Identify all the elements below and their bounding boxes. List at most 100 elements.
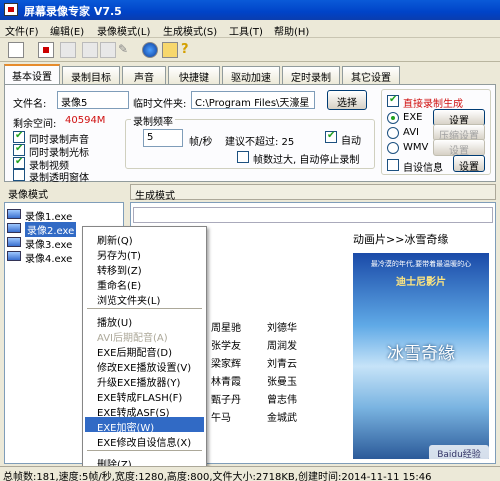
menu-item-save-as[interactable]: 另存为(T)	[85, 245, 204, 262]
menu-item-upgrade-player[interactable]: 升级EXE播放器(Y)	[85, 372, 204, 389]
menu-item-exe-play-settings[interactable]: 修改EXE播放设置(V)	[85, 357, 204, 374]
name-text: 周星驰	[211, 323, 241, 334]
name-text: 午马	[211, 413, 231, 424]
wmv-settings-button[interactable]: 设置	[433, 139, 485, 157]
name-text: 张曼玉	[267, 377, 297, 388]
gift-icon[interactable]	[162, 42, 178, 58]
list-item[interactable]: 录像1.exe	[7, 207, 117, 223]
menu-item-avi-dub[interactable]: AVI后期配音(A)	[85, 327, 204, 344]
poster-title: 冰雪奇緣	[387, 344, 455, 364]
globe-icon[interactable]	[142, 42, 158, 58]
exe-radio[interactable]	[387, 112, 399, 124]
new-icon[interactable]	[8, 42, 24, 58]
region-icon[interactable]	[100, 42, 116, 58]
pen-icon[interactable]: ✎	[118, 42, 134, 58]
menu-item-exe-edit-info[interactable]: EXE修改自设信息(X)	[85, 432, 204, 449]
wmv-radio[interactable]	[387, 142, 399, 154]
video-checkbox[interactable]	[13, 156, 25, 169]
exe-file-icon	[7, 223, 21, 233]
name-text: 曾志伟	[267, 395, 297, 406]
cursor-checkbox[interactable]	[13, 143, 25, 156]
name-text: 梁家辉	[211, 359, 241, 370]
toolbar: ✎ ?	[0, 38, 500, 62]
help-icon[interactable]: ?	[181, 42, 197, 58]
menu-item-exe-to-flash[interactable]: EXE转成FLASH(F)	[85, 387, 204, 404]
menu-generate-mode[interactable]: 生成模式(S)	[163, 23, 217, 38]
exe-file-icon	[7, 209, 21, 219]
menu-item-refresh[interactable]: 刷新(Q)	[85, 230, 204, 247]
tab-schedule[interactable]: 定时录制	[282, 66, 340, 84]
tab-basic[interactable]: 基本设置	[4, 64, 60, 85]
menu-item-move-to[interactable]: 转移到(Z)	[85, 260, 204, 277]
menu-help[interactable]: 帮助(H)	[274, 23, 309, 38]
avi-label: AVI	[403, 127, 419, 138]
free-space-label: 剩余空间:	[13, 119, 57, 130]
poster-brand: 迪士尼影片	[396, 277, 446, 288]
filename-label: 文件名:	[13, 99, 47, 110]
name-text: 金城武	[267, 413, 297, 424]
tempdir-input[interactable]: C:\Program Files\天濠星	[191, 91, 315, 109]
menu-item-play[interactable]: 播放(U)	[85, 312, 204, 329]
tempdir-label: 临时文件夹:	[133, 99, 187, 110]
menu-bar: 文件(F) 编辑(E) 录像模式(L) 生成模式(S) 工具(T) 帮助(H)	[0, 20, 500, 38]
tab-sound[interactable]: 声音	[122, 66, 166, 84]
menu-item-exe-dub[interactable]: EXE后期配音(D)	[85, 342, 204, 359]
menu-item-exe-to-asf[interactable]: EXE转成ASF(S)	[85, 402, 204, 419]
free-space-value: 40594M	[65, 115, 106, 126]
tab-other[interactable]: 其它设置	[342, 66, 400, 84]
direct-gen-checkbox[interactable]	[387, 94, 399, 107]
fps-hint: 建议不超过: 25	[225, 137, 295, 148]
record-icon[interactable]	[38, 42, 54, 58]
selfinfo-settings-button[interactable]: 设置	[453, 155, 485, 173]
selfinfo-checkbox[interactable]	[387, 159, 399, 171]
menu-separator	[87, 308, 202, 309]
name-text: 林青霞	[211, 377, 241, 388]
tab-strip: 基本设置 录制目标 声音 快捷键 驱动加速 定时录制 其它设置	[4, 64, 496, 85]
menu-file[interactable]: 文件(F)	[5, 23, 39, 38]
status-bar: 总帧数:181,速度:5帧/秒,宽度:1280,高度:800,文件大小:2718…	[0, 466, 500, 481]
preview-toolbar	[133, 207, 493, 223]
direct-gen-label: 直接录制生成	[403, 99, 463, 110]
exe-label: EXE	[403, 112, 423, 123]
basic-settings-panel: 文件名: 录像5 临时文件夹: C:\Program Files\天濠星 选择 …	[4, 84, 496, 184]
name-text: 刘德华	[267, 323, 297, 334]
name-text: 甄子丹	[211, 395, 241, 406]
name-text: 张学友	[211, 341, 241, 352]
watermark: Baidu经验	[429, 445, 489, 461]
wmv-label: WMV	[403, 142, 429, 153]
choose-button[interactable]: 选择	[327, 90, 367, 110]
record-mode-header: 录像模式	[4, 184, 124, 201]
auto-label: 自动	[341, 136, 361, 147]
fps-input[interactable]: 5	[143, 129, 183, 147]
autostop-checkbox[interactable]	[237, 151, 249, 163]
name-text: 刘青云	[267, 359, 297, 370]
menu-item-rename[interactable]: 重命名(E)	[85, 275, 204, 292]
exe-file-icon	[7, 237, 21, 247]
tab-target[interactable]: 录制目标	[62, 66, 120, 84]
menu-separator	[87, 450, 202, 451]
breadcrumb: 动画片>>冰雪奇缘	[353, 233, 449, 246]
title-bar: 屏幕录像专家 V7.5	[0, 0, 500, 20]
name-text: 周润发	[267, 341, 297, 352]
sound-checkbox[interactable]	[13, 130, 25, 143]
menu-tools[interactable]: 工具(T)	[229, 23, 263, 38]
pause-icon[interactable]	[60, 42, 76, 58]
transparent-checkbox[interactable]	[13, 169, 25, 181]
tab-driver[interactable]: 驱动加速	[222, 66, 280, 84]
stop-icon[interactable]	[82, 42, 98, 58]
filename-input[interactable]: 录像5	[57, 91, 129, 109]
menu-item-exe-encrypt[interactable]: EXE加密(W)	[85, 417, 204, 434]
auto-checkbox[interactable]	[325, 130, 337, 143]
tab-hotkey[interactable]: 快捷键	[168, 66, 220, 84]
autostop-label: 帧数过大, 自动停止录制	[253, 155, 360, 166]
fps-unit: 帧/秒	[189, 137, 213, 148]
generate-mode-header: 生成模式	[130, 184, 496, 202]
context-menu: 刷新(Q) 另存为(T) 转移到(Z) 重命名(E) 浏览文件夹(L) 播放(U…	[82, 226, 207, 472]
movie-poster[interactable]: 最冷漠的年代,要带着最温暖的心 迪士尼影片 冰雪奇緣	[353, 253, 489, 459]
menu-edit[interactable]: 编辑(E)	[50, 23, 84, 38]
avi-radio[interactable]	[387, 127, 399, 139]
menu-item-browse-folder[interactable]: 浏览文件夹(L)	[85, 290, 204, 307]
window-title: 屏幕录像专家 V7.5	[24, 5, 122, 18]
exe-file-icon	[7, 251, 21, 261]
menu-record-mode[interactable]: 录像模式(L)	[97, 23, 150, 38]
